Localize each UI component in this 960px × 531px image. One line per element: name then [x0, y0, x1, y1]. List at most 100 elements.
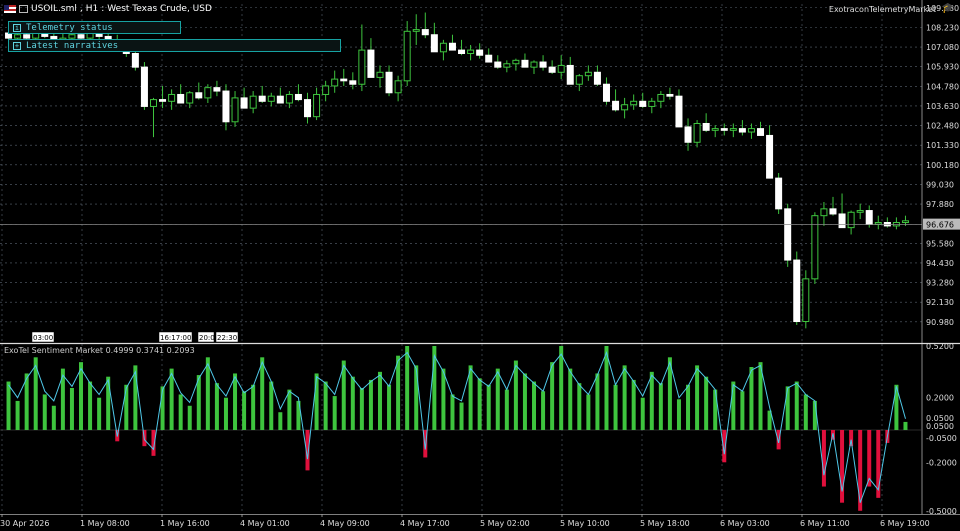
price-tick-label: 92.130: [926, 298, 954, 307]
sentiment-bar: [15, 400, 20, 430]
time-tick-label: 6 May 19:00: [880, 519, 930, 528]
sentiment-bar: [287, 389, 292, 430]
time-tick-label: 5 May 10:00: [560, 519, 610, 528]
sentiment-bar: [233, 373, 238, 430]
sentiment-bar: [559, 346, 564, 430]
candle-body: [349, 80, 357, 85]
price-tick-label: 104.780: [926, 82, 959, 91]
time-tick-label: 6 May 11:00: [800, 519, 850, 528]
candle-body: [512, 59, 520, 65]
price-tick-label: 95.580: [926, 239, 954, 248]
sentiment-bar: [414, 365, 419, 430]
sentiment-tick-label: -0.2000: [926, 458, 957, 467]
sentiment-bar: [368, 379, 373, 430]
candle-body: [14, 34, 22, 39]
time-tick-label: 5 May 02:00: [480, 519, 530, 528]
candle-body: [630, 100, 638, 106]
sentiment-bar: [577, 383, 582, 430]
candle-body: [838, 213, 846, 229]
price-tick-label: 108.230: [926, 23, 959, 32]
candle-body: [639, 100, 647, 107]
candle-body: [856, 210, 864, 213]
sentiment-bar: [785, 386, 790, 430]
sentiment-bar: [187, 405, 192, 430]
time-tick-label: 4 May 01:00: [240, 519, 290, 528]
candle-body: [811, 215, 819, 280]
candle-body: [131, 53, 139, 68]
time-tick-label: 5 May 18:00: [640, 519, 690, 528]
plus-icon[interactable]: +: [13, 41, 21, 50]
price-tick-label: 107.080: [926, 43, 959, 52]
candle-body: [467, 49, 475, 55]
sentiment-bar: [794, 381, 799, 430]
time-tick-label: 1 May 08:00: [80, 519, 130, 528]
candle-body: [240, 97, 248, 109]
candle-body: [766, 134, 774, 179]
candle-body: [340, 78, 348, 82]
sentiment-bar: [803, 394, 808, 430]
candle-body: [793, 259, 801, 323]
sentiment-bar: [586, 394, 591, 430]
sentiment-tick-label: 0.2000: [926, 394, 954, 403]
candle-body: [159, 99, 167, 102]
candle-body: [276, 95, 284, 104]
candle-body: [901, 220, 909, 224]
candle-body: [684, 126, 692, 143]
sentiment-bar: [486, 384, 491, 430]
chart-window-icon[interactable]: [19, 5, 28, 13]
sentiment-bar: [704, 376, 709, 430]
info-icon[interactable]: i: [13, 23, 21, 32]
sentiment-bar: [69, 388, 74, 430]
candle-body: [249, 95, 257, 109]
candle-body: [394, 80, 402, 94]
candle-body: [385, 71, 393, 94]
candle-body: [358, 49, 366, 85]
sentiment-bar: [223, 397, 228, 430]
sentiment-bar: [214, 383, 219, 430]
sentiment-bar: [169, 368, 174, 430]
sentiment-bar: [622, 365, 627, 430]
candle-body: [258, 95, 266, 102]
sentiment-bar: [849, 430, 854, 447]
graduation-cap-icon: 🎓: [941, 3, 954, 14]
sentiment-bar: [242, 391, 247, 430]
sentiment-bar: [387, 384, 392, 430]
sentiment-bar: [51, 405, 56, 430]
sentiment-bar: [522, 373, 527, 430]
sentiment-tick-label: -0.0500: [926, 434, 957, 443]
chart-canvas[interactable]: 109.380108.230107.080105.930104.780103.6…: [0, 0, 960, 531]
sentiment-bar: [840, 430, 845, 503]
sentiment-bar: [359, 388, 364, 430]
candle-body: [757, 128, 765, 136]
candle-body: [593, 71, 601, 85]
telemetry-status-panel[interactable]: i Telemetry status: [8, 21, 181, 34]
candle-body: [439, 42, 447, 53]
candle-body: [575, 75, 583, 85]
sentiment-bar: [649, 371, 654, 430]
candle-body: [557, 64, 565, 73]
symbol-bar: USOIL.sml, H1: West Texas Crude, USD: [0, 0, 212, 18]
sentiment-bar: [278, 412, 283, 430]
sentiment-bar: [550, 362, 555, 430]
sentiment-bar: [631, 379, 636, 430]
candle-body: [530, 61, 538, 68]
price-tick-label: 105.930: [926, 63, 959, 72]
candle-body: [738, 128, 746, 133]
candle-body: [802, 278, 810, 323]
event-marker-label: 16:17:00: [160, 334, 191, 342]
sentiment-bar: [640, 397, 645, 430]
candle-body: [675, 95, 683, 128]
sentiment-bar: [477, 378, 482, 430]
sentiment-tick-label: 0.0500: [926, 422, 954, 431]
latest-narratives-panel[interactable]: + Latest narratives: [8, 39, 341, 52]
sentiment-bar: [6, 381, 11, 430]
event-marker-label: 22:30: [217, 334, 237, 342]
candle-body: [602, 83, 610, 102]
expert-name: ExotraconTelemetryMarket: [828, 5, 936, 14]
sentiment-bar: [658, 383, 663, 430]
candle-body: [367, 49, 375, 78]
sentiment-bar: [260, 357, 265, 430]
candle-body: [720, 128, 728, 131]
candle-body: [149, 99, 157, 107]
candle-body: [168, 93, 176, 102]
